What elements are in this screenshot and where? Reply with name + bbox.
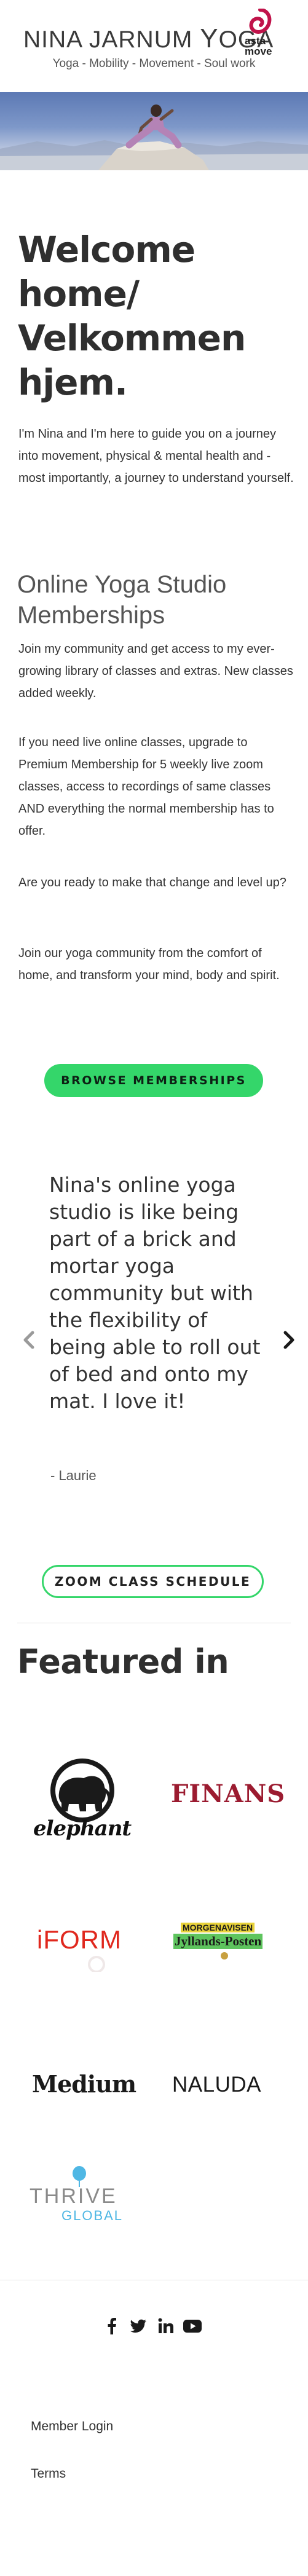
- member-login-link[interactable]: Member Login: [31, 2419, 113, 2434]
- brand-prefix: NINA JARNUM: [23, 26, 200, 53]
- twitter-icon[interactable]: [130, 2317, 147, 2334]
- partner-mark-icon: [249, 9, 272, 34]
- chevron-right-icon[interactable]: [279, 1328, 298, 1352]
- jyllands-posten-logo[interactable]: MORGENAVISEN Jyllands-Posten: [171, 1923, 275, 1966]
- intro-paragraph: I'm Nina and I'm here to guide you on a …: [18, 427, 294, 485]
- jp-bottom-text: Jyllands-Posten: [173, 1934, 263, 1949]
- brand-y: Y: [200, 23, 219, 53]
- zoom-class-schedule-button[interactable]: ZOOM CLASS SCHEDULE: [42, 1565, 264, 1598]
- hero-scene: [0, 104, 308, 170]
- partner-line1: asta: [245, 35, 266, 47]
- thrive-balloon-icon: [73, 2166, 86, 2187]
- global-text: GLOBAL: [61, 2208, 124, 2223]
- thrive-global-logo[interactable]: THRIVE GLOBAL: [30, 2166, 140, 2227]
- jp-top-text: MORGENAVISEN: [181, 1923, 255, 1932]
- partner-logo[interactable]: asta move: [245, 9, 277, 58]
- tagline: Yoga - Mobility - Movement - Soul work: [52, 57, 256, 70]
- brand-logo[interactable]: NINA JARNUM YOGA: [23, 23, 274, 54]
- partner-line2: move: [245, 45, 272, 57]
- naluda-logo[interactable]: NALUDA: [172, 2073, 261, 2097]
- terms-link[interactable]: Terms: [31, 2467, 66, 2481]
- memberships-paragraph-3: Are you ready to make that change and le…: [18, 876, 286, 889]
- hero-image: [0, 92, 308, 170]
- welcome-heading: Welcome home/ Velkommen hjem.: [18, 229, 246, 403]
- testimonial-author: - Laurie: [50, 1468, 97, 1483]
- jp-crest-icon: [221, 1952, 228, 1960]
- iform-decoration-icon: [88, 1956, 105, 1972]
- browse-memberships-button[interactable]: BROWSE MEMBERSHIPS: [44, 1064, 263, 1097]
- testimonial-quote: Nina's online yoga studio is like being …: [49, 1173, 261, 1413]
- memberships-heading: Online Yoga Studio Memberships: [17, 571, 227, 629]
- memberships-paragraph-4: Join our yoga community from the comfort…: [18, 947, 280, 982]
- memberships-paragraph-1: Join my community and get access to my e…: [18, 642, 293, 700]
- elephant-logo-text: elephant: [33, 1816, 132, 1841]
- youtube-icon[interactable]: [183, 2317, 202, 2334]
- linkedin-icon[interactable]: [157, 2317, 175, 2334]
- elephant-icon: [50, 1759, 114, 1822]
- finans-logo[interactable]: FINANS: [171, 1779, 285, 1808]
- chevron-left-icon[interactable]: [20, 1328, 39, 1352]
- memberships-paragraph-2: If you need live online classes, upgrade…: [18, 736, 274, 838]
- facebook-icon[interactable]: [103, 2317, 120, 2334]
- medium-logo[interactable]: Medium: [32, 2070, 136, 2098]
- iform-logo[interactable]: iFORM: [37, 1925, 122, 1955]
- site-header: NINA JARNUM YOGA asta move Yoga - Mobili…: [0, 0, 308, 92]
- thrive-text: THRIVE: [30, 2184, 117, 2208]
- elephant-journal-logo[interactable]: elephant: [32, 1755, 143, 1841]
- featured-heading: Featured in: [17, 1642, 229, 1681]
